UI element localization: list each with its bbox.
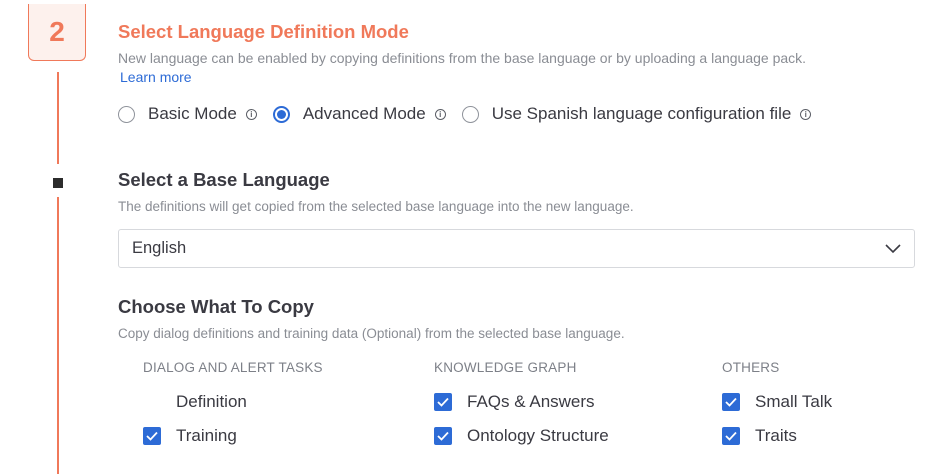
definition-mode-radio-group: Basic Mode i Advanced Mode i Use Spanish… (118, 104, 827, 124)
timeline-line (57, 197, 59, 474)
step-number: 2 (49, 16, 65, 47)
dialog-tasks-heading: DIALOG AND ALERT TASKS (143, 360, 323, 375)
training-label: Training (176, 426, 237, 445)
base-language-title: Select a Base Language (118, 169, 330, 190)
faqs-answers-checkbox-row[interactable]: FAQs & Answers (434, 392, 595, 412)
info-icon[interactable]: i (800, 108, 812, 120)
checkmark-icon (146, 431, 158, 441)
knowledge-graph-heading: KNOWLEDGE GRAPH (434, 360, 577, 375)
advanced-mode-radio-option[interactable]: Advanced Mode i (272, 104, 446, 124)
advanced-mode-radio[interactable] (272, 105, 290, 123)
spanish-config-file-radio[interactable] (461, 105, 479, 123)
definition-checkbox-row[interactable]: Definition (143, 392, 247, 412)
faqs-answers-label: FAQs & Answers (467, 392, 595, 411)
small-talk-checkbox-row[interactable]: Small Talk (722, 392, 832, 412)
base-language-description: The definitions will get copied from the… (118, 199, 634, 214)
basic-mode-label: Basic Mode (148, 104, 237, 123)
traits-label: Traits (755, 426, 797, 445)
base-language-select[interactable]: English (118, 229, 915, 268)
ontology-structure-checkbox[interactable] (434, 427, 452, 445)
checkmark-icon (725, 397, 737, 407)
small-talk-checkbox[interactable] (722, 393, 740, 411)
others-heading: OTHERS (722, 360, 780, 375)
basic-mode-radio-option[interactable]: Basic Mode i (118, 104, 257, 124)
small-talk-label: Small Talk (755, 392, 833, 411)
learn-more-link[interactable]: Learn more (120, 69, 192, 85)
definition-label: Definition (176, 392, 247, 411)
timeline-bullet (53, 178, 63, 188)
info-icon[interactable]: i (245, 108, 257, 120)
training-checkbox-row[interactable]: Training (143, 426, 237, 446)
copy-title: Choose What To Copy (118, 296, 314, 317)
ontology-structure-label: Ontology Structure (467, 426, 609, 445)
copy-description: Copy dialog definitions and training dat… (118, 326, 625, 341)
spanish-config-file-radio-option[interactable]: Use Spanish language configuration file … (461, 104, 812, 124)
definition-checkbox[interactable] (143, 393, 161, 411)
checkmark-icon (725, 431, 737, 441)
info-icon[interactable]: i (434, 108, 446, 120)
base-language-selected-value: English (132, 239, 187, 257)
checkmark-icon (437, 397, 449, 407)
advanced-mode-label: Advanced Mode (302, 104, 426, 123)
traits-checkbox-row[interactable]: Traits (722, 426, 797, 446)
training-checkbox[interactable] (143, 427, 161, 445)
ontology-structure-checkbox-row[interactable]: Ontology Structure (434, 426, 609, 446)
faqs-answers-checkbox[interactable] (434, 393, 452, 411)
traits-checkbox[interactable] (722, 427, 740, 445)
checkmark-icon (437, 431, 449, 441)
definition-mode-description: New language can be enabled by copying d… (118, 50, 807, 66)
step-number-badge: 2 (28, 4, 86, 61)
timeline-line (57, 72, 59, 164)
definition-mode-title: Select Language Definition Mode (118, 21, 409, 42)
spanish-config-file-label: Use Spanish language configuration file (491, 104, 792, 123)
basic-mode-radio[interactable] (118, 105, 135, 123)
chevron-down-icon (885, 244, 901, 254)
